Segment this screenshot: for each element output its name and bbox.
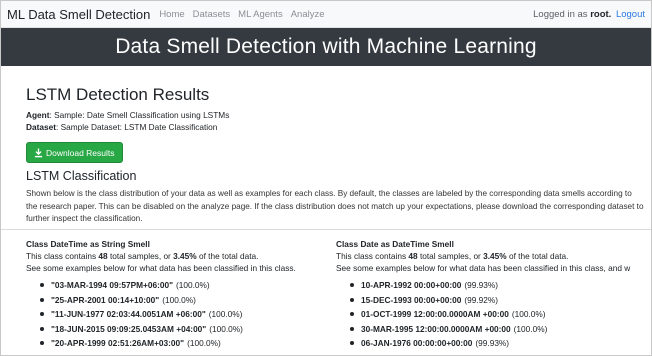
stats-suffix: of the total data.	[196, 251, 259, 261]
login-status: Logged in as root. Logout	[533, 9, 645, 20]
example-list: 10-APR-1992 00:00+00:00 (99.93%) 15-DEC-1…	[336, 278, 651, 351]
nav-link-datasets[interactable]: Datasets	[193, 9, 231, 20]
nav-link-ml-agents[interactable]: ML Agents	[238, 9, 283, 20]
example-confidence: (100.0%)	[513, 323, 548, 334]
dataset-label: Dataset	[26, 122, 56, 132]
nav-link-home[interactable]: Home	[159, 9, 184, 20]
top-navbar: ML Data Smell Detection Home Datasets ML…	[1, 1, 651, 28]
example-confidence: (99.92%)	[464, 294, 498, 305]
dataset-line: Dataset: Sample Dataset: LSTM Date Class…	[26, 121, 650, 133]
class-help-text: See some examples below for what data ha…	[336, 263, 631, 273]
class-results: Class DateTime as String Smell This clas…	[26, 239, 651, 351]
list-item: "25-APR-2001 00:14+10:00" (100.0%)	[40, 293, 336, 308]
stats-percent: 3.45%	[483, 251, 507, 261]
results-title: LSTM Detection Results	[26, 85, 210, 104]
list-item: "18-JUN-2015 09:09:25.0453AM +04:00" (100…	[40, 322, 336, 337]
bullet-icon	[350, 312, 354, 317]
example-sample: "25-APR-2001 00:14+10:00"	[51, 294, 160, 305]
example-sample: "11-JUN-1977 02:03:44.0051AM +06:00"	[51, 309, 206, 319]
stats-mid: total samples, or	[107, 251, 174, 261]
agent-label: Agent	[26, 110, 50, 120]
example-sample: 10-APR-1992 00:00+00:00	[361, 280, 462, 290]
stats-suffix: of the total data.	[506, 251, 569, 261]
bullet-icon	[350, 283, 354, 288]
agent-line: Agent: Sample: Date Smell Classification…	[26, 109, 650, 121]
list-item: "03-MAR-1994 09:57PM+06:00" (100.0%)	[40, 278, 336, 293]
page-banner: Data Smell Detection with Machine Learni…	[1, 28, 651, 66]
section-title: LSTM Classification	[26, 169, 137, 183]
classification-description: Shown below is the class distribution of…	[26, 189, 644, 223]
class-stats: This class contains 48 total samples, or…	[336, 251, 651, 261]
example-confidence: (100.0%)	[162, 294, 196, 305]
example-list: "03-MAR-1994 09:57PM+06:00" (100.0%) "25-…	[26, 278, 336, 351]
class-name: Class DateTime as String Smell	[26, 239, 150, 249]
dataset-value: : Sample Dataset: LSTM Date Classificati…	[55, 122, 218, 132]
class-card-date-as-datetime: Class Date as DateTime Smell This class …	[336, 239, 651, 351]
class-help-text: See some examples below for what data ha…	[26, 263, 296, 273]
bullet-icon	[40, 283, 44, 288]
stats-total: 48	[98, 251, 108, 261]
example-sample: 15-DEC-1993 00:00+00:00	[361, 294, 462, 305]
example-confidence: (99.93%)	[464, 280, 498, 290]
class-card-datetime-as-string: Class DateTime as String Smell This clas…	[26, 239, 336, 351]
nav-link-analyze[interactable]: Analyze	[291, 9, 325, 20]
example-confidence: (100.0%)	[176, 280, 210, 290]
example-confidence: (100.0%)	[511, 309, 546, 319]
example-sample: "20-APR-1999 02:51:26AM+03:00"	[51, 338, 185, 348]
example-sample: "18-JUN-2015 09:09:25.0453AM +04:00"	[51, 323, 207, 334]
example-confidence: (100.0%)	[209, 323, 243, 334]
list-item: 30-MAR-1995 12:00:00.0000AM +00:00 (100.0…	[350, 322, 651, 337]
stats-mid: total samples, or	[417, 251, 484, 261]
results-container: LSTM Detection Results Agent: Sample: Da…	[26, 82, 650, 226]
list-item: 06-JAN-1976 00:00:00+00:00 (99.93%)	[350, 336, 651, 351]
example-sample: 06-JAN-1976 00:00:00+00:00	[361, 338, 473, 348]
example-sample: "03-MAR-1994 09:57PM+06:00"	[51, 280, 174, 290]
bullet-icon	[40, 341, 44, 346]
bullet-icon	[40, 326, 44, 331]
example-confidence: (100.0%)	[208, 309, 243, 319]
download-results-label: Download Results	[46, 147, 115, 158]
stats-percent: 3.45%	[173, 251, 197, 261]
list-item: "11-JUN-1977 02:03:44.0051AM +06:00" (100…	[40, 307, 336, 322]
list-item: "20-APR-1999 02:51:26AM+03:00" (100.0%)	[40, 336, 336, 351]
stats-total: 48	[408, 251, 418, 261]
bullet-icon	[350, 326, 354, 331]
class-stats: This class contains 48 total samples, or…	[26, 251, 336, 261]
banner-title: Data Smell Detection with Machine Learni…	[115, 35, 537, 58]
logout-link[interactable]: Logout	[616, 9, 645, 20]
example-confidence: (99.93%)	[475, 338, 510, 348]
login-username: root.	[590, 8, 612, 20]
list-item: 15-DEC-1993 00:00+00:00 (99.92%)	[350, 293, 651, 308]
stats-prefix: This class contains	[26, 251, 99, 261]
stats-prefix: This class contains	[336, 251, 409, 261]
bullet-icon	[350, 341, 354, 346]
list-item: 01-OCT-1999 12:00:00.0000AM +00:00 (100.0…	[350, 307, 651, 322]
example-confidence: (100.0%)	[187, 338, 221, 348]
download-results-button[interactable]: Download Results	[26, 142, 123, 163]
section-divider	[1, 229, 651, 230]
agent-value: : Sample: Date Smell Classification usin…	[49, 110, 230, 120]
login-prefix: Logged in as	[533, 8, 588, 20]
brand-link[interactable]: ML Data Smell Detection	[7, 7, 150, 22]
list-item: 10-APR-1992 00:00+00:00 (99.93%)	[350, 278, 651, 293]
example-sample: 30-MAR-1995 12:00:00.0000AM +00:00	[361, 323, 511, 334]
bullet-icon	[40, 312, 44, 317]
download-icon	[34, 148, 43, 157]
page: ML Data Smell Detection Home Datasets ML…	[0, 0, 652, 356]
example-sample: 01-OCT-1999 12:00:00.0000AM +00:00	[361, 309, 509, 319]
bullet-icon	[40, 297, 44, 302]
bullet-icon	[350, 297, 354, 302]
class-name: Class Date as DateTime Smell	[336, 239, 454, 249]
